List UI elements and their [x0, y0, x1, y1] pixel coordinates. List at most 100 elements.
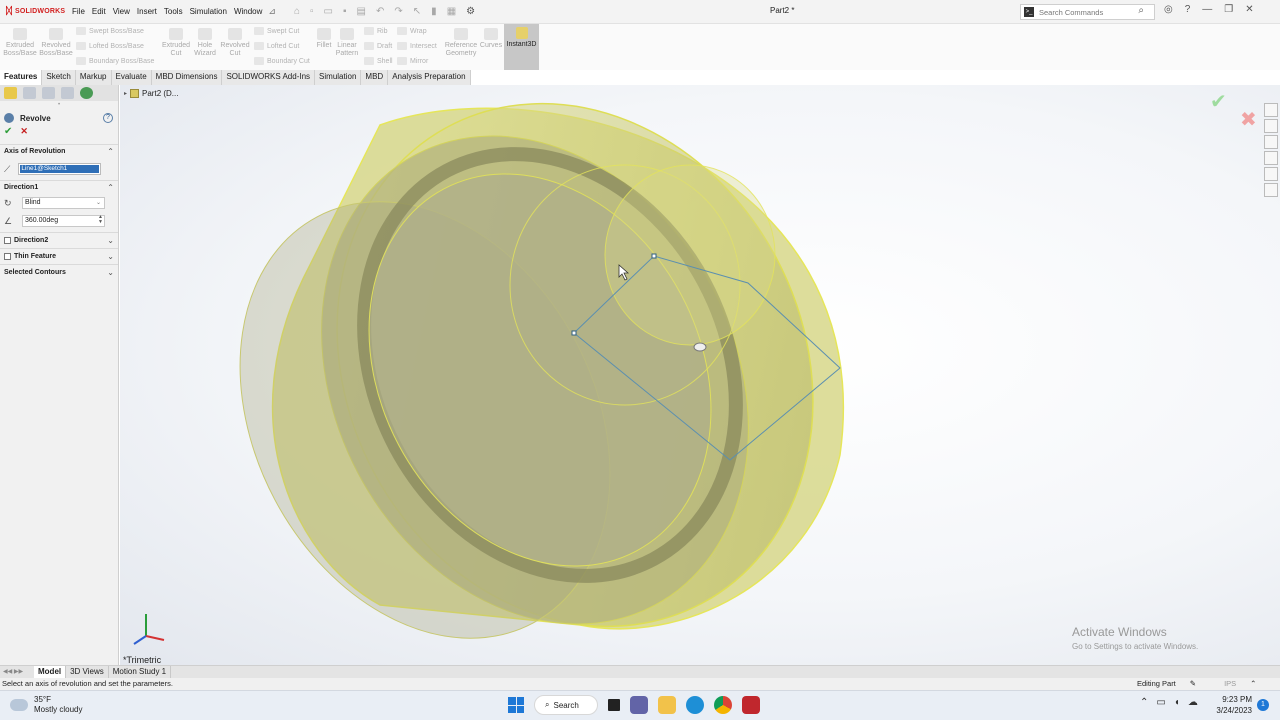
boundary-boss-button[interactable]: Boundary Boss/Base — [76, 57, 154, 65]
swept-boss-button[interactable]: Swept Boss/Base — [76, 27, 144, 35]
feature-tree-icon[interactable] — [4, 87, 17, 99]
solidworks-resources-icon[interactable] — [1264, 103, 1278, 117]
rib-button[interactable]: Rib — [364, 27, 388, 35]
network-icon[interactable]: ▭ — [1156, 697, 1165, 708]
minimize-icon[interactable]: — — [1202, 4, 1212, 15]
menu-simulation[interactable]: Simulation — [190, 7, 227, 16]
extruded-cut-button[interactable]: Extruded Cut — [158, 26, 194, 58]
intersect-button[interactable]: Intersect — [397, 42, 437, 50]
custom-properties-icon[interactable] — [1264, 183, 1278, 197]
print-icon[interactable]: ▤ — [357, 6, 366, 17]
swept-cut-button[interactable]: Swept Cut — [254, 27, 299, 35]
cloud-sync-icon[interactable]: ☁ — [1188, 697, 1198, 708]
confirmation-ok-icon[interactable]: ✔ — [1210, 89, 1227, 114]
configuration-manager-icon[interactable] — [42, 87, 55, 99]
shell-button[interactable]: Shell — [364, 57, 393, 65]
units-label[interactable]: IPS — [1224, 678, 1236, 690]
chevron-down-icon[interactable]: ⌄ — [107, 236, 114, 245]
direction2-checkbox[interactable] — [4, 237, 11, 244]
design-library-icon[interactable] — [1264, 119, 1278, 133]
help-icon[interactable]: ? — [103, 113, 113, 123]
edge-icon[interactable] — [686, 696, 704, 714]
menu-window[interactable]: Window — [234, 7, 262, 16]
extruded-boss-button[interactable]: Extruded Boss/Base — [2, 26, 38, 58]
dimxpert-icon[interactable] — [61, 87, 74, 99]
volume-icon[interactable]: ◖ — [1174, 697, 1180, 708]
chevron-up-icon[interactable]: ⌃ — [107, 183, 114, 192]
sketch-point[interactable] — [571, 330, 577, 336]
graphics-viewport[interactable]: ▸ Part2 (D... ✔ ✖ *Trimetric Activate Wi… — [120, 85, 1280, 665]
mirror-button[interactable]: Mirror — [397, 57, 428, 65]
tab-mbd[interactable]: MBD — [361, 70, 389, 85]
weather-widget[interactable]: 35°F Mostly cloudy — [10, 695, 82, 715]
tab-features[interactable]: Features — [0, 70, 43, 85]
confirmation-cancel-icon[interactable]: ✖ — [1240, 107, 1257, 132]
select-icon[interactable]: ↖ — [413, 6, 421, 17]
open-icon[interactable]: ▭ — [324, 6, 333, 17]
tab-sketch[interactable]: Sketch — [42, 70, 76, 85]
pin-icon[interactable]: ⊿ — [268, 6, 276, 17]
home-icon[interactable]: ⌂ — [294, 6, 300, 17]
revolved-boss-button[interactable]: Revolved Boss/Base — [38, 26, 74, 58]
curves-button[interactable]: Curves — [478, 26, 504, 50]
property-manager-icon[interactable] — [23, 87, 36, 99]
chevron-up-icon[interactable]: ⌃ — [107, 147, 114, 156]
customize-icon[interactable]: ⌃ — [1250, 678, 1256, 690]
tab-model[interactable]: Model — [34, 666, 67, 678]
menu-tools[interactable]: Tools — [164, 7, 183, 16]
file-properties-icon[interactable]: ▦ — [447, 6, 456, 17]
cancel-x-icon[interactable]: ✕ — [20, 126, 28, 140]
wrap-button[interactable]: Wrap — [397, 27, 427, 35]
redo-icon[interactable]: ↷ — [394, 6, 402, 17]
axis-selection-value[interactable]: Line1@Sketch1 — [20, 165, 100, 173]
lofted-cut-button[interactable]: Lofted Cut — [254, 42, 299, 50]
search-commands-box[interactable]: >_ Search Commands ⌕ — [1020, 4, 1155, 20]
direction1-header[interactable]: Direction1 ⌃ — [0, 180, 118, 194]
instant3d-button[interactable]: Instant3D — [504, 24, 539, 70]
help-icon[interactable]: ? — [1185, 4, 1191, 15]
rebuild-status-icon[interactable]: ✎ — [1190, 678, 1196, 690]
close-icon[interactable]: ✕ — [1245, 4, 1253, 15]
angle-spinbox[interactable]: 360.00deg ▲ ▼ — [22, 215, 105, 227]
angle-value[interactable]: 360.00deg — [25, 217, 58, 224]
rebuild-icon[interactable]: ▮ — [431, 6, 437, 17]
thin-feature-header[interactable]: Thin Feature ⌄ — [0, 248, 118, 264]
menu-insert[interactable]: Insert — [137, 7, 157, 16]
new-document-icon[interactable]: ▫ — [310, 6, 314, 17]
search-input[interactable]: Search Commands — [1039, 8, 1103, 17]
notification-badge[interactable]: 1 — [1257, 699, 1269, 711]
tab-simulation[interactable]: Simulation — [315, 70, 362, 85]
menu-file[interactable]: File — [72, 7, 85, 16]
tab-markup[interactable]: Markup — [75, 70, 112, 85]
taskbar-clock[interactable]: 9:23 PM 3/24/2023 — [1212, 694, 1252, 716]
solidworks-taskbar-icon[interactable] — [742, 696, 760, 714]
save-icon[interactable]: ▪ — [343, 6, 347, 17]
sketch-point[interactable] — [651, 253, 657, 259]
ok-check-icon[interactable]: ✔ — [4, 126, 12, 140]
file-explorer-icon[interactable] — [658, 696, 676, 714]
display-manager-icon[interactable] — [80, 87, 93, 99]
teams-chat-icon[interactable] — [630, 696, 648, 714]
axis-of-revolution-header[interactable]: Axis of Revolution ⌃ — [0, 144, 118, 158]
lofted-boss-button[interactable]: Lofted Boss/Base — [76, 42, 144, 50]
draft-button[interactable]: Draft — [364, 42, 392, 50]
end-condition-dropdown[interactable]: Blind ⌄ — [22, 197, 105, 209]
tab-scroll-arrows-icon[interactable]: ◀◀ ▶▶ — [0, 666, 34, 678]
linear-pattern-button[interactable]: Linear Pattern — [333, 26, 361, 58]
tab-mbd-dimensions[interactable]: MBD Dimensions — [151, 70, 223, 85]
fillet-button[interactable]: Fillet — [313, 26, 335, 50]
reverse-direction-icon[interactable]: ↻ — [4, 198, 14, 208]
user-icon[interactable]: ◎ — [1164, 4, 1173, 15]
search-icon[interactable]: ⌕ — [1138, 5, 1144, 16]
thin-feature-checkbox[interactable] — [4, 253, 11, 260]
file-explorer-icon[interactable] — [1264, 135, 1278, 149]
menu-edit[interactable]: Edit — [92, 7, 106, 16]
direction2-header[interactable]: Direction2 ⌄ — [0, 232, 118, 248]
options-gear-icon[interactable]: ⚙ — [466, 6, 475, 17]
spin-arrows-icon[interactable]: ▲ ▼ — [98, 215, 103, 225]
axis-selection-box[interactable]: Line1@Sketch1 — [18, 163, 102, 175]
taskbar-search-box[interactable]: ⌕ Search — [534, 695, 598, 715]
panel-grip[interactable]: • — [0, 101, 118, 110]
tab-3d-views[interactable]: 3D Views — [66, 666, 109, 678]
revolved-part-preview[interactable] — [167, 85, 903, 665]
